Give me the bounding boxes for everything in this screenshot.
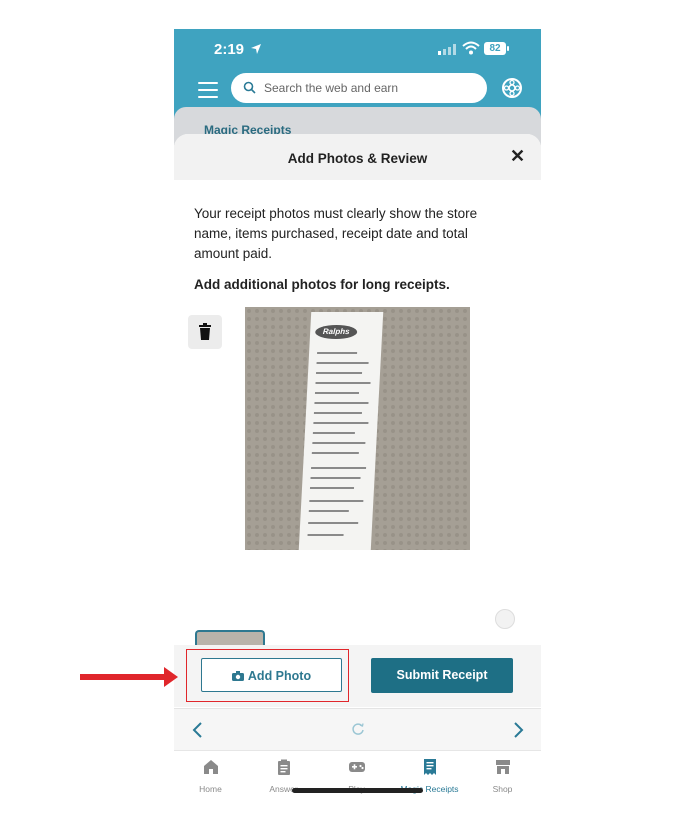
delete-photo-button[interactable] xyxy=(188,315,222,349)
receipt-text-line xyxy=(314,392,360,394)
home-indicator xyxy=(292,788,423,793)
receipt-text-line xyxy=(309,500,364,502)
settings-wheel-icon[interactable] xyxy=(501,77,523,99)
receipt-text-line xyxy=(312,442,366,444)
wifi-icon xyxy=(462,41,480,55)
back-chevron-icon[interactable] xyxy=(191,721,205,739)
photo-thumbnail[interactable] xyxy=(195,630,265,646)
long-receipt-note: Add additional photos for long receipts. xyxy=(194,277,450,292)
signal-icon xyxy=(438,44,456,55)
trash-icon xyxy=(199,323,211,340)
battery-indicator: 82 xyxy=(484,42,506,55)
tab-shop[interactable]: Shop xyxy=(466,759,539,794)
phone-screen: 2:19 82 Search the web and earn Magic Re… xyxy=(174,29,541,826)
home-icon xyxy=(203,760,218,774)
battery-cap xyxy=(507,46,509,51)
assistive-touch-icon[interactable] xyxy=(495,609,515,629)
receipt-text-line xyxy=(307,534,344,536)
search-icon xyxy=(243,81,256,94)
tab-label: Home xyxy=(199,784,222,794)
receipt-text-line xyxy=(313,412,362,414)
receipt-text-line xyxy=(308,522,359,524)
submit-receipt-button[interactable]: Submit Receipt xyxy=(371,658,513,693)
receipt-text-line xyxy=(311,452,359,454)
search-bar[interactable]: Search the web and earn xyxy=(231,73,487,103)
receipt-text-line xyxy=(310,477,361,479)
annotation-arrow-shaft xyxy=(80,674,166,680)
receipt-text-line xyxy=(308,510,349,512)
close-icon[interactable]: ✕ xyxy=(510,146,525,167)
add-photos-sheet: Add Photos & Review ✕ Your receipt photo… xyxy=(174,134,541,654)
receipt-text-line xyxy=(314,402,369,404)
receipt-text-line xyxy=(315,382,371,384)
receipt-text-line xyxy=(315,372,363,374)
highlight-box xyxy=(186,649,349,702)
receipt-paper: Ralphs xyxy=(298,312,384,550)
receipt-text-line xyxy=(316,362,369,364)
forward-chevron-icon[interactable] xyxy=(511,721,525,739)
sheet-title: Add Photos & Review xyxy=(287,151,428,166)
status-time: 2:19 xyxy=(214,41,245,58)
tab-label: Shop xyxy=(492,784,513,794)
annotation-arrow-icon xyxy=(164,667,178,687)
browser-nav-bar xyxy=(174,708,541,751)
receipt-icon xyxy=(423,759,436,775)
clipboard-icon xyxy=(277,759,290,775)
receipt-text-line xyxy=(311,467,367,469)
ralphs-logo: Ralphs xyxy=(314,325,358,339)
receipt-text-line xyxy=(317,352,358,354)
receipt-text-line xyxy=(313,422,369,424)
gamepad-icon xyxy=(348,762,365,772)
receipt-text-line xyxy=(309,487,355,489)
hamburger-menu-icon[interactable] xyxy=(198,82,218,98)
search-placeholder: Search the web and earn xyxy=(264,81,399,95)
store-icon xyxy=(495,760,510,774)
sheet-header: Add Photos & Review ✕ xyxy=(174,134,541,180)
receipt-photo: Ralphs xyxy=(245,307,470,550)
instructions-text: Your receipt photos must clearly show th… xyxy=(194,206,478,261)
reload-icon[interactable] xyxy=(351,722,365,736)
tab-home[interactable]: Home xyxy=(174,759,247,794)
location-arrow-icon xyxy=(251,44,261,54)
receipt-text-line xyxy=(312,432,355,434)
